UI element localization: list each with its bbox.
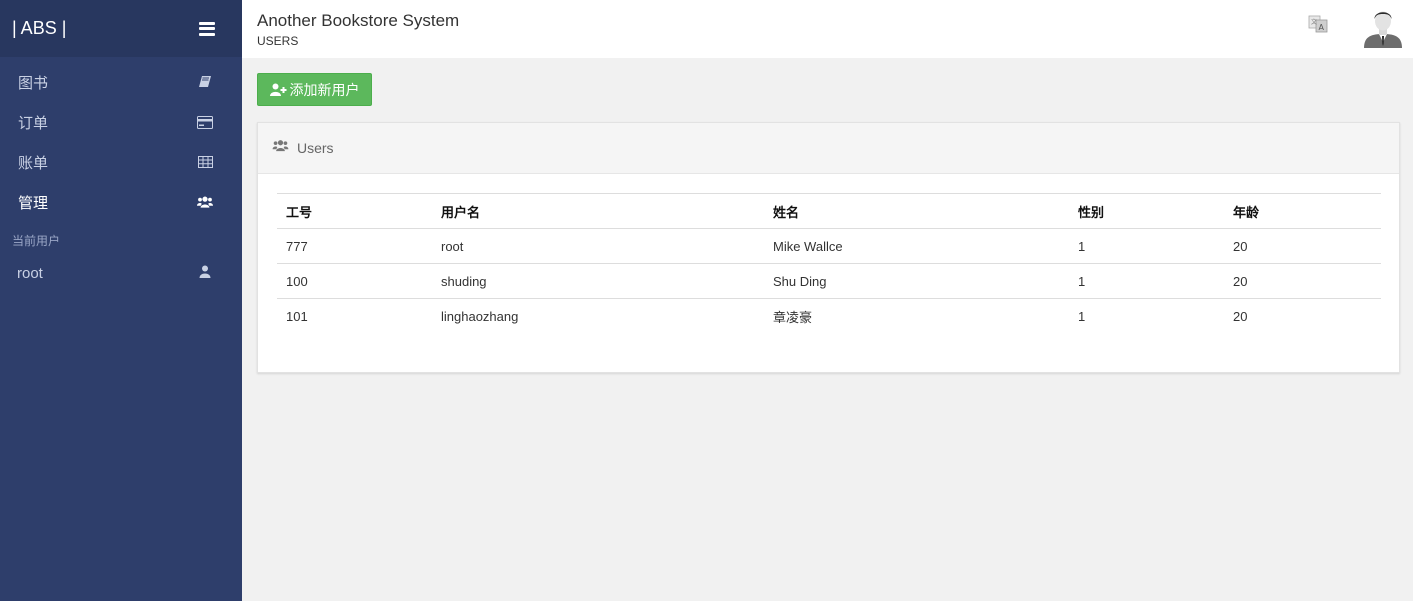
cell-id: 777 [277,228,432,264]
table-icon [197,154,213,170]
sidebar-menu: 图书 订单 账单 管理 [0,57,242,222]
cell-id: 100 [277,263,432,299]
sidebar-item-bills[interactable]: 账单 [0,142,242,182]
user-plus-icon [269,83,286,96]
hamburger-menu-icon[interactable] [199,21,215,36]
add-user-button-label: 添加新用户 [289,82,360,99]
cell-gender: 1 [1069,263,1224,299]
sidebar-item-label: 订单 [18,114,49,132]
sidebar: | ABS | 图书 订单 账单 管理 当前用户 root [0,0,242,601]
column-header-name[interactable]: 姓名 [764,193,1069,229]
cell-username: shuding [432,263,764,299]
brand-bar: | ABS | [0,0,242,57]
svg-text:A: A [1319,23,1325,32]
users-icon [197,194,213,210]
current-user-item[interactable]: root [0,255,242,291]
panel-title: Users [297,140,334,156]
sidebar-item-books[interactable]: 图书 [0,62,242,102]
cell-age: 20 [1224,228,1381,264]
sidebar-item-label: 账单 [18,154,49,172]
table-row[interactable]: 777 root Mike Wallce 1 20 [277,228,1381,264]
column-header-age[interactable]: 年龄 [1224,193,1381,229]
svg-text:文: 文 [1311,18,1317,26]
user-avatar[interactable] [1362,6,1404,48]
cell-name: Mike Wallce [764,228,1069,264]
sidebar-item-orders[interactable]: 订单 [0,102,242,142]
cell-age: 20 [1233,308,1248,324]
cell-name: 章凌豪 [773,309,813,325]
cell-age: 20 [1224,263,1381,299]
users-icon [272,139,289,157]
users-panel-header: Users [258,123,1399,174]
users-panel: Users 工号 用户名 姓名 性别 年龄 777 root Mike Wall… [257,122,1400,373]
cell-gender: 1 [1069,228,1224,264]
cell-username: root [432,228,764,264]
table-header-row: 工号 用户名 姓名 性别 年龄 [277,193,1381,229]
current-user-section-label: 当前用户 [12,234,61,248]
add-user-button[interactable]: 添加新用户 [257,73,372,106]
current-user-name: root [17,264,43,282]
book-icon [197,74,213,90]
brand-logo[interactable]: | ABS | [12,18,66,39]
column-header-id[interactable]: 工号 [277,193,432,229]
top-header: Another Bookstore System USERS A 文 [242,0,1413,58]
users-table: 工号 用户名 姓名 性别 年龄 777 root Mike Wallce 1 2… [277,193,1381,334]
sidebar-item-admin[interactable]: 管理 [0,182,242,222]
cell-name: Shu Ding [764,263,1069,299]
sidebar-item-label: 管理 [18,194,49,212]
cell-gender: 1 [1078,308,1086,324]
table-row[interactable]: 101 linghaozhang 章凌豪 1 20 [277,299,1381,334]
translate-icon[interactable]: A 文 [1308,14,1328,34]
app-title: Another Bookstore System [257,11,460,30]
page-subtitle: USERS [257,34,299,48]
column-header-gender[interactable]: 性别 [1069,193,1224,229]
table-row[interactable]: 100 shuding Shu Ding 1 20 [277,263,1381,299]
cell-username: linghaozhang [441,308,519,324]
credit-card-icon [197,114,213,130]
user-icon [199,265,211,282]
column-header-username[interactable]: 用户名 [432,193,764,229]
sidebar-item-label: 图书 [18,74,49,92]
cell-id: 101 [286,308,308,324]
